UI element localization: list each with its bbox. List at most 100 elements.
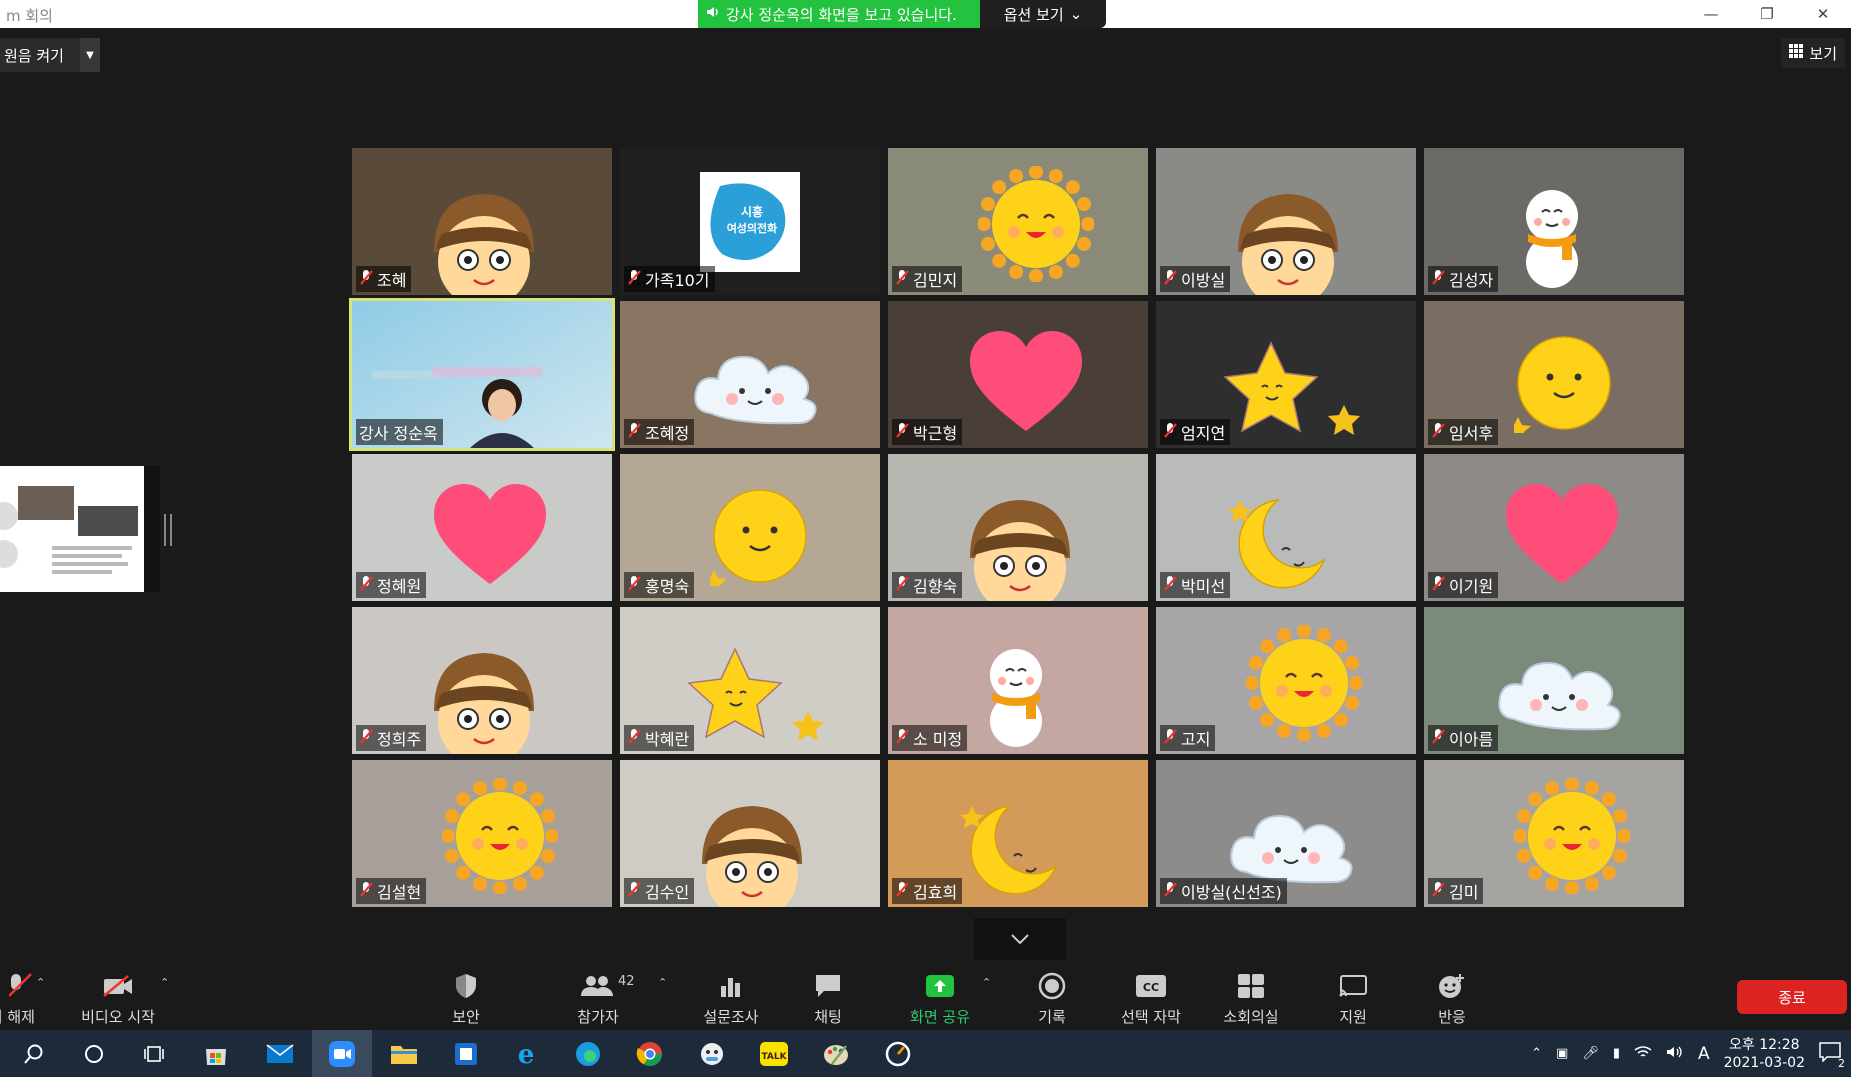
chat-button[interactable]: 채팅	[808, 962, 848, 1030]
share-screen-label: 화면 공유	[910, 1008, 970, 1026]
participant-name-label: 김수인	[645, 883, 690, 902]
participant-tile[interactable]: 김성자	[1424, 148, 1684, 295]
chevron-up-icon[interactable]: ⌃	[1531, 1046, 1542, 1061]
mail-icon[interactable]	[250, 1030, 310, 1077]
microphone-icon[interactable]: 🎤︎	[1582, 1046, 1599, 1061]
participants-button[interactable]: 참가자	[570, 962, 626, 1030]
shared-screen-thumbnail[interactable]	[0, 466, 160, 592]
chevron-up-icon[interactable]: ⌃	[160, 976, 169, 989]
edge-icon[interactable]	[558, 1030, 618, 1077]
resize-handle[interactable]	[164, 514, 172, 546]
polls-button[interactable]: 설문조사	[694, 962, 768, 1030]
logo-sticker-icon: 시흥여성의전화	[700, 172, 800, 272]
chrome-icon[interactable]	[620, 1030, 680, 1077]
view-options-button[interactable]: 옵션 보기 ⌄	[980, 0, 1106, 28]
security-button[interactable]: 보안	[436, 962, 496, 1030]
participant-tile[interactable]: 소 미정	[888, 607, 1148, 754]
participant-tile[interactable]: 이아름	[1424, 607, 1684, 754]
chevron-down-icon[interactable]: ▼	[80, 38, 100, 72]
unmute-button[interactable]: 소리 해제	[0, 962, 44, 1030]
taskbar-date: 2021-03-02	[1723, 1054, 1805, 1071]
svg-text:TALK: TALK	[761, 1052, 787, 1062]
participant-tile[interactable]: 김수인	[620, 760, 880, 907]
participant-tile[interactable]: 이기원	[1424, 454, 1684, 601]
support-label: 지원	[1339, 1008, 1367, 1026]
participant-tile[interactable]: 이방실	[1156, 148, 1416, 295]
view-button[interactable]: 보기	[1781, 38, 1845, 68]
cortana-icon[interactable]	[64, 1030, 124, 1077]
ime-indicator[interactable]: A	[1698, 1044, 1710, 1064]
mic-off-icon	[627, 728, 641, 748]
end-meeting-button[interactable]: 종료	[1737, 980, 1847, 1014]
paint-icon[interactable]	[806, 1030, 866, 1077]
participant-tile[interactable]: 김효희	[888, 760, 1148, 907]
participant-tile[interactable]: 강사 정순옥	[349, 298, 615, 451]
participant-tile[interactable]: 고지	[1156, 607, 1416, 754]
sun-sticker-icon	[978, 166, 1094, 282]
participant-name-label: 강사 정순옥	[359, 424, 438, 443]
participant-name: 가족10기	[624, 266, 715, 292]
close-icon[interactable]: ✕	[1795, 0, 1851, 28]
participant-tile[interactable]: 박근형	[888, 301, 1148, 448]
notification-icon[interactable]: 2	[1819, 1041, 1845, 1070]
participant-name-label: 정혜원	[377, 577, 422, 596]
mic-off-icon	[627, 269, 641, 289]
chevron-up-icon[interactable]: ⌃	[36, 976, 45, 989]
breakout-rooms-button[interactable]: 소회의실	[1218, 962, 1284, 1030]
search-icon[interactable]	[4, 1030, 64, 1077]
record-button[interactable]: 기록	[1032, 962, 1072, 1030]
participant-name: 고지	[1160, 725, 1216, 751]
participant-name-label: 가족10기	[645, 271, 710, 290]
restore-icon[interactable]: ❐	[1739, 0, 1795, 28]
share-screen-button[interactable]: 화면 공유	[904, 962, 976, 1030]
participant-tile[interactable]: 박미선	[1156, 454, 1416, 601]
original-audio-button[interactable]: 원음 켜기 ▼	[0, 38, 100, 72]
minimize-icon[interactable]: —	[1683, 0, 1739, 28]
zoom-app-icon[interactable]	[312, 1030, 372, 1077]
participant-tile[interactable]: 김설현	[352, 760, 612, 907]
participant-tile[interactable]: 박혜란	[620, 607, 880, 754]
mascot-app-icon[interactable]	[682, 1030, 742, 1077]
volume-icon[interactable]	[1666, 1045, 1684, 1063]
internet-explorer-icon[interactable]: e	[496, 1030, 556, 1077]
battery-icon[interactable]: ▮	[1613, 1046, 1620, 1061]
support-button[interactable]: 지원	[1334, 962, 1372, 1030]
task-view-icon[interactable]	[124, 1030, 184, 1077]
chevron-up-icon[interactable]: ⌃	[982, 976, 991, 989]
participant-tile[interactable]: 이방실(신선조)	[1156, 760, 1416, 907]
dial-app-icon[interactable]	[868, 1030, 928, 1077]
app-store-icon[interactable]	[436, 1030, 496, 1077]
participant-tile[interactable]: 김민지	[888, 148, 1148, 295]
participant-tile[interactable]: 정희주	[352, 607, 612, 754]
participant-tile[interactable]: 조혜정	[620, 301, 880, 448]
participant-tile[interactable]: 김향숙	[888, 454, 1148, 601]
participant-tile[interactable]: 정혜원	[352, 454, 612, 601]
participant-tile[interactable]: 김미	[1424, 760, 1684, 907]
chevron-up-icon[interactable]: ⌃	[658, 976, 667, 989]
mic-off-icon	[895, 575, 909, 595]
participant-tile[interactable]: 시흥 여성의전화 가족10기	[620, 148, 880, 295]
wifi-icon[interactable]	[1634, 1045, 1652, 1063]
reactions-button[interactable]: 반응	[1432, 962, 1472, 1030]
mic-off-icon	[1163, 575, 1177, 595]
store-icon[interactable]	[186, 1030, 246, 1077]
participant-name-label: 엄지연	[1181, 424, 1226, 443]
participant-tile[interactable]: 조혜	[352, 148, 612, 295]
participant-tile[interactable]: 임서후	[1424, 301, 1684, 448]
participant-name-label: 김성자	[1449, 271, 1494, 290]
collapse-toolbar-button[interactable]	[974, 918, 1066, 960]
participant-name: 이방실(신선조)	[1160, 878, 1287, 904]
meet-now-icon[interactable]: ▣	[1556, 1046, 1568, 1061]
start-video-button[interactable]: 비디오 시작	[74, 962, 162, 1030]
kakaotalk-icon[interactable]: TALK	[744, 1030, 804, 1077]
participant-name: 김민지	[892, 266, 963, 292]
participant-tile[interactable]: 홍명숙	[620, 454, 880, 601]
file-explorer-icon[interactable]	[374, 1030, 434, 1077]
closed-caption-button[interactable]: CC 선택 자막	[1118, 962, 1184, 1030]
participant-tile[interactable]: 엄지연	[1156, 301, 1416, 448]
participant-name-label: 정희주	[377, 730, 422, 749]
taskbar-clock[interactable]: 오후 12:28 2021-03-02	[1724, 1036, 1805, 1072]
sun-sticker-icon	[1514, 778, 1630, 894]
snowman-sticker-icon	[990, 649, 1042, 747]
breakout-rooms-label: 소회의실	[1223, 1008, 1279, 1026]
